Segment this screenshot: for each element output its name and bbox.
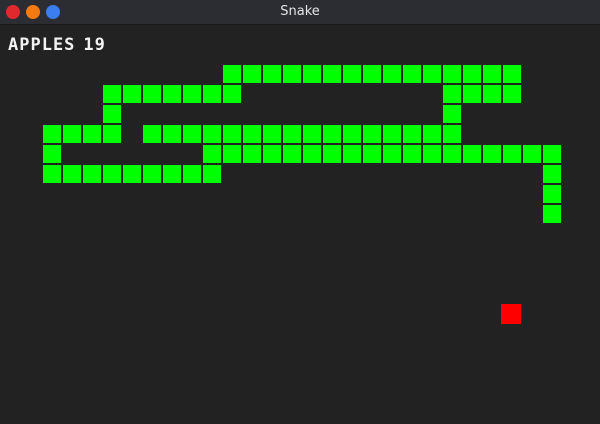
snake-segment [103,105,121,123]
snake-segment [403,125,421,143]
snake-segment [483,85,501,103]
snake-segment [343,145,361,163]
snake-segment [43,125,61,143]
snake-segment [443,105,461,123]
snake-segment [303,125,321,143]
snake-segment [423,145,441,163]
snake-segment [103,85,121,103]
snake-segment [263,125,281,143]
snake-segment [443,65,461,83]
snake-segment [203,85,221,103]
snake-segment [343,65,361,83]
snake-segment [83,125,101,143]
snake-segment [283,65,301,83]
game-board [0,0,600,424]
snake-segment [43,165,61,183]
snake-segment [403,145,421,163]
snake-segment [103,125,121,143]
snake-segment [183,165,201,183]
snake-segment [423,125,441,143]
snake-segment [223,145,241,163]
apples-label: APPLES [8,35,76,55]
snake-segment [483,145,501,163]
snake-segment [503,145,521,163]
snake-segment [363,125,381,143]
snake-segment [463,85,481,103]
snake-segment [163,125,181,143]
snake-segment [463,65,481,83]
snake-segment [43,145,61,163]
snake-segment [523,145,541,163]
snake-segment [403,65,421,83]
snake-segment [83,165,101,183]
snake-segment [303,145,321,163]
snake-segment [303,65,321,83]
snake-segment [283,125,301,143]
snake-segment [123,165,141,183]
snake-segment [543,185,561,203]
snake-segment [503,65,521,83]
snake-segment [543,205,561,223]
snake-segment [203,165,221,183]
snake-segment [543,145,561,163]
snake-segment [183,125,201,143]
snake-segment [543,165,561,183]
snake-segment [463,145,481,163]
snake-segment [103,165,121,183]
snake-segment [423,65,441,83]
snake-segment [343,125,361,143]
snake-segment [223,85,241,103]
apples-count: 19 [83,35,106,55]
snake-segment [123,85,141,103]
snake-segment [323,145,341,163]
snake-segment [383,65,401,83]
snake-segment [503,85,521,103]
snake-segment [323,65,341,83]
snake-segment [223,65,241,83]
snake-segment [163,85,181,103]
apple [501,304,521,324]
snake-segment [223,125,241,143]
snake-segment [243,65,261,83]
snake-segment [383,125,401,143]
snake-segment [363,145,381,163]
snake-segment [283,145,301,163]
snake-segment [383,145,401,163]
snake-segment [483,65,501,83]
snake-segment [243,125,261,143]
snake-segment [143,165,161,183]
snake-segment [63,125,81,143]
score-display: APPLES 19 [8,35,106,55]
snake-segment [143,85,161,103]
snake-segment [263,65,281,83]
snake-segment [143,125,161,143]
snake-segment [183,85,201,103]
snake-segment [163,165,181,183]
snake-segment [263,145,281,163]
snake-segment [63,165,81,183]
snake-segment [443,125,461,143]
snake-segment [203,125,221,143]
game-window: Snake APPLES 19 [0,0,600,424]
snake-segment [443,145,461,163]
snake-segment [203,145,221,163]
snake-segment [243,145,261,163]
snake-segment [363,65,381,83]
snake-segment [323,125,341,143]
snake-segment [443,85,461,103]
